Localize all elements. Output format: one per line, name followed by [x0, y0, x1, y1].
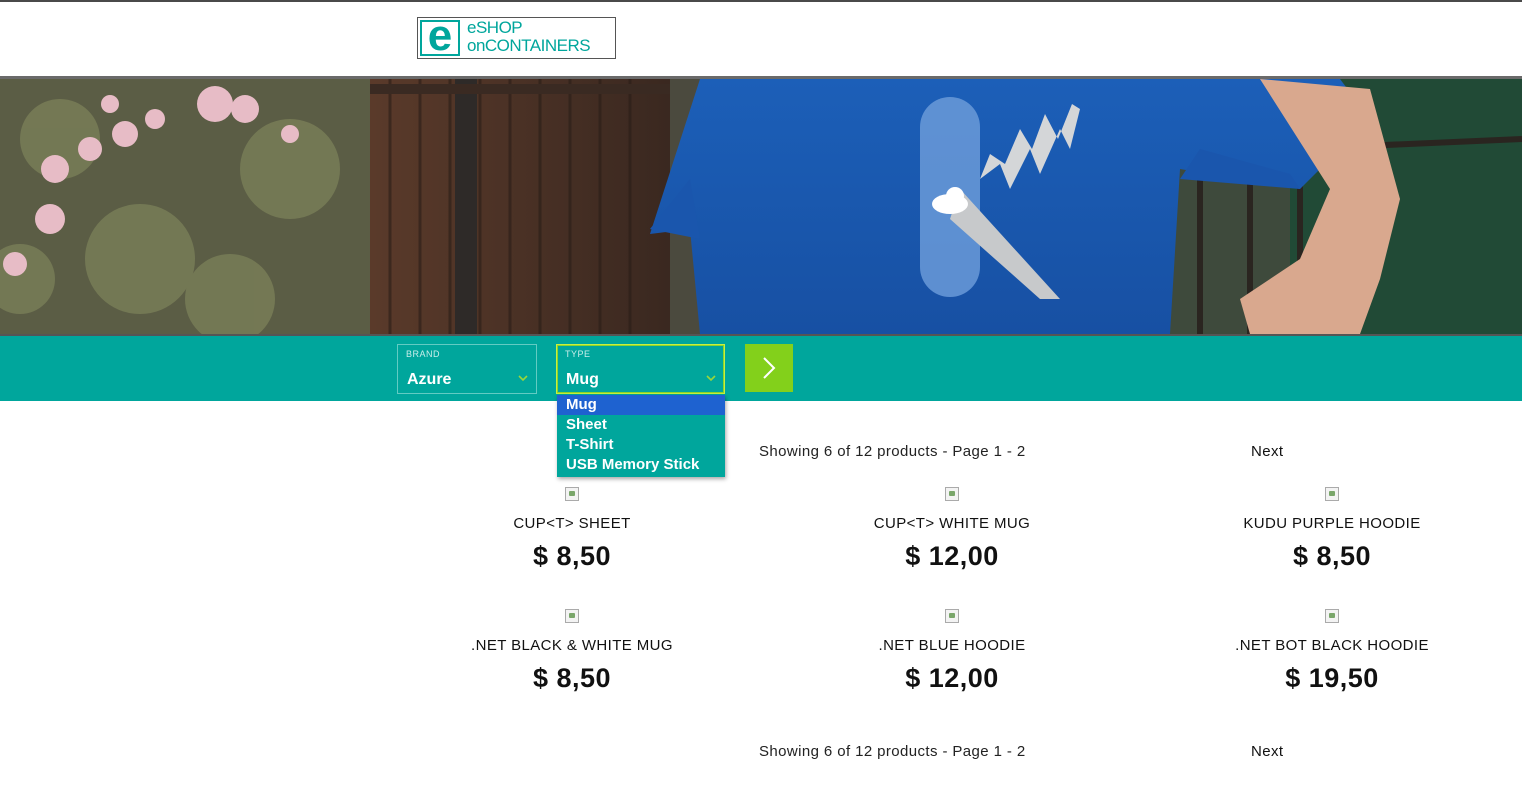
type-dropdown-list: Mug Sheet T-Shirt USB Memory Stick: [557, 395, 725, 477]
type-option-tshirt[interactable]: T-Shirt: [557, 435, 725, 455]
brand-filter-select[interactable]: BRAND Azure: [397, 344, 537, 394]
brand-filter-label: BRAND: [406, 349, 441, 359]
type-option-mug[interactable]: Mug: [557, 395, 725, 415]
product-name: CUP<T> WHITE MUG: [873, 515, 1031, 532]
product-name: .NET BLACK & WHITE MUG: [471, 637, 673, 654]
site-header: e eSHOP onCONTAINERS: [0, 2, 1522, 76]
type-option-usb-memory-stick[interactable]: USB Memory Stick: [557, 455, 725, 475]
apply-filter-button[interactable]: [745, 344, 793, 392]
product-card[interactable]: .NET BOT BLACK HOODIE $ 19,50: [1182, 609, 1482, 719]
product-card[interactable]: CUP<T> SHEET $ 8,50: [422, 487, 722, 597]
chevron-down-icon: [706, 375, 716, 382]
type-filter-label: TYPE: [565, 349, 591, 359]
hero-banner-image: [0, 79, 1522, 334]
product-image-broken-icon[interactable]: [565, 609, 579, 623]
logo-text-line1: eSHOP: [467, 18, 523, 37]
product-image-broken-icon[interactable]: [945, 609, 959, 623]
product-price: $ 12,00: [905, 663, 999, 693]
pager-status: Showing 6 of 12 products - Page 1 - 2: [759, 443, 1026, 460]
type-filter-select[interactable]: TYPE Mug: [556, 344, 725, 394]
product-image-broken-icon[interactable]: [1325, 609, 1339, 623]
logo-mark-letter: e: [427, 11, 453, 60]
product-name: CUP<T> SHEET: [513, 515, 631, 532]
product-image-broken-icon[interactable]: [1325, 487, 1339, 501]
next-page-link[interactable]: Next: [1251, 743, 1283, 760]
product-price: $ 8,50: [532, 541, 612, 571]
chevron-down-icon: [518, 375, 528, 382]
product-price: $ 8,50: [532, 663, 612, 693]
pager-status: Showing 6 of 12 products - Page 1 - 2: [759, 743, 1026, 760]
product-name: .NET BOT BLACK HOODIE: [1235, 637, 1429, 654]
product-name: KUDU PURPLE HOODIE: [1243, 515, 1421, 532]
product-price: $ 8,50: [1292, 541, 1372, 571]
product-image-broken-icon[interactable]: [945, 487, 959, 501]
type-option-sheet[interactable]: Sheet: [557, 415, 725, 435]
logo-mark: e: [420, 14, 460, 58]
eshop-logo[interactable]: e eSHOP onCONTAINERS: [417, 14, 616, 59]
product-price: $ 12,00: [905, 541, 999, 571]
brand-filter-value: Azure: [407, 371, 452, 388]
type-filter-value: Mug: [566, 371, 599, 388]
logo-text-line2: onCONTAINERS: [467, 36, 591, 55]
product-card[interactable]: .NET BLACK & WHITE MUG $ 8,50: [422, 609, 722, 719]
product-card[interactable]: CUP<T> WHITE MUG $ 12,00: [802, 487, 1102, 597]
next-page-link[interactable]: Next: [1251, 443, 1283, 460]
product-card[interactable]: .NET BLUE HOODIE $ 12,00: [802, 609, 1102, 719]
product-card[interactable]: KUDU PURPLE HOODIE $ 8,50: [1182, 487, 1482, 597]
product-price: $ 19,50: [1285, 663, 1379, 693]
catalog-filter-bar: BRAND Azure TYPE Mug: [0, 336, 1522, 401]
product-name: .NET BLUE HOODIE: [878, 637, 1026, 654]
pager-bottom: Showing 6 of 12 products - Page 1 - 2 Ne…: [0, 743, 1522, 767]
pager-top: Showing 6 of 12 products - Page 1 - 2 Ne…: [0, 443, 1522, 467]
product-image-broken-icon[interactable]: [565, 487, 579, 501]
chevron-right-icon: [763, 357, 776, 379]
